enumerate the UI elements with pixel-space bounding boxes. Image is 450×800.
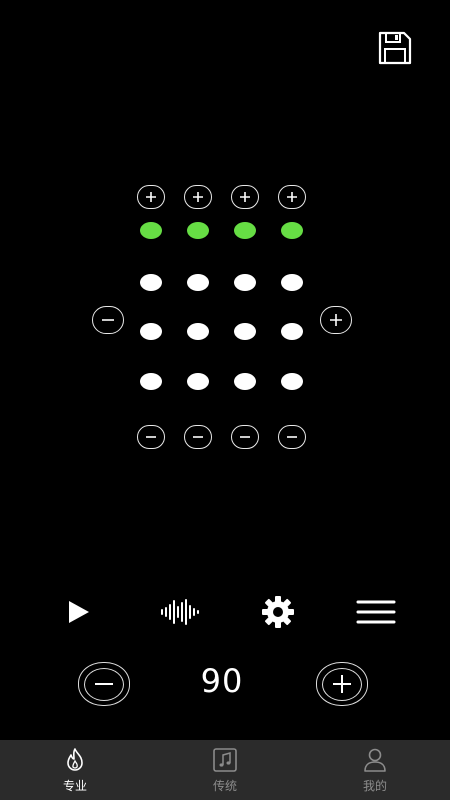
beat-dot[interactable] [281,373,303,390]
waveform-icon [161,599,199,625]
play-button[interactable] [58,594,98,630]
save-button[interactable] [376,30,414,66]
minus-icon [240,436,250,438]
tempo-decrease-button[interactable] [78,662,130,706]
music-note-icon [212,747,238,773]
minus-icon [146,436,156,438]
plus-icon [193,192,203,202]
tab-professional[interactable]: 专业 [0,740,150,800]
beat-dot-accent[interactable] [140,222,162,239]
minus-icon [102,319,114,321]
tab-traditional[interactable]: 传统 [150,740,300,800]
plus-icon [333,675,351,693]
row-remove-button[interactable] [92,306,124,334]
column-remove-button-4[interactable] [278,425,306,449]
minus-icon [193,436,203,438]
beat-dot[interactable] [234,323,256,340]
beat-dot[interactable] [187,274,209,291]
menu-button[interactable] [354,594,398,630]
tab-label: 传统 [212,779,237,793]
column-add-button-4[interactable] [278,185,306,209]
beat-dot[interactable] [281,274,303,291]
save-icon [378,31,412,65]
column-add-button-2[interactable] [184,185,212,209]
play-icon [69,601,89,623]
tab-mine[interactable]: 我的 [300,740,450,800]
column-remove-button-3[interactable] [231,425,259,449]
beat-dot-accent[interactable] [281,222,303,239]
bottom-tab-bar: 专业 传统 我的 [0,740,450,800]
beat-dot[interactable] [234,373,256,390]
column-add-button-1[interactable] [137,185,165,209]
tab-label: 专业 [62,779,87,793]
column-add-button-3[interactable] [231,185,259,209]
beat-dot[interactable] [281,323,303,340]
minus-icon [95,683,113,685]
menu-icon [356,600,396,624]
beat-dot[interactable] [187,323,209,340]
beat-dot[interactable] [187,373,209,390]
flame-icon [62,747,88,773]
plus-icon [330,314,342,326]
sound-button[interactable] [158,594,202,630]
row-add-button[interactable] [320,306,352,334]
beat-dot-accent[interactable] [187,222,209,239]
beat-dot[interactable] [140,373,162,390]
tempo-increase-button[interactable] [316,662,368,706]
tempo-value: 90 [200,662,244,700]
tab-label: 我的 [362,779,387,793]
column-remove-button-2[interactable] [184,425,212,449]
beat-dot-accent[interactable] [234,222,256,239]
settings-icon [262,596,294,628]
settings-button[interactable] [258,594,298,630]
beat-dot[interactable] [140,274,162,291]
tempo-increase-dial [322,667,362,701]
user-icon [362,747,388,773]
beat-dot[interactable] [234,274,256,291]
column-remove-button-1[interactable] [137,425,165,449]
plus-icon [240,192,250,202]
plus-icon [287,192,297,202]
beat-dot[interactable] [140,323,162,340]
tempo-decrease-dial [84,667,124,701]
plus-icon [146,192,156,202]
minus-icon [287,436,297,438]
